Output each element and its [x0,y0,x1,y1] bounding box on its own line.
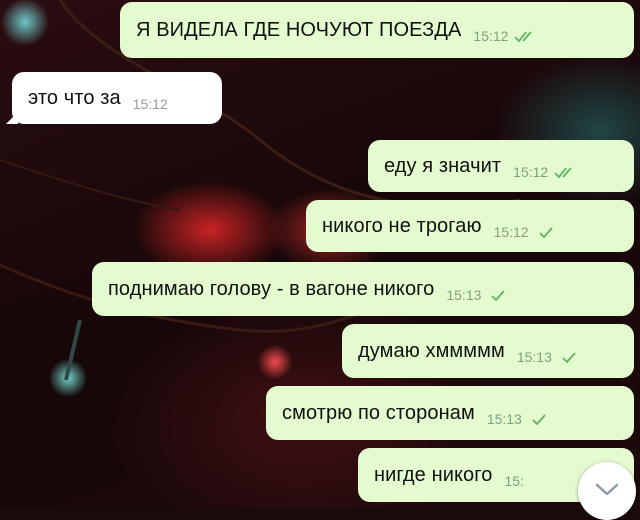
message-text: смотрю по сторонам [282,401,475,424]
message-text: думаю хммммм [358,339,505,362]
message-time: 15:13 [486,411,522,427]
double-check-icon [554,167,572,179]
outgoing-message[interactable]: никого не трогаю 15:12 [306,200,634,252]
message-time: 15:12 [132,96,168,112]
outgoing-message[interactable]: смотрю по сторонам 15:13 [266,386,634,440]
check-icon [491,290,506,302]
message-text: это что за [28,86,121,109]
check-icon [562,352,576,364]
message-time: 15: [504,473,524,489]
message-time: 15:13 [446,287,482,303]
check-icon [532,414,546,426]
message-text: Я ВИДЕЛА ГДЕ НОЧУЮТ ПОЕЗДА [136,18,462,41]
scroll-down-button[interactable] [578,462,636,520]
message-text: нигде никого [374,463,493,486]
chevron-down-icon [595,483,619,496]
outgoing-message[interactable]: поднимаю голову - в вагоне никого 15:13 [92,262,634,316]
message-time: 15:12 [473,28,509,44]
double-check-icon [514,31,533,43]
check-icon [538,227,553,239]
message-time: 15:12 [513,164,549,180]
message-text: еду я значит [384,154,502,177]
message-time: 15:12 [493,224,529,240]
message-text: поднимаю голову - в вагоне никого [108,277,435,300]
message-time: 15:13 [516,349,552,365]
outgoing-message[interactable]: Я ВИДЕЛА ГДЕ НОЧУЮТ ПОЕЗДА 15:12 [120,2,634,58]
message-text: никого не трогаю [322,214,482,237]
outgoing-message[interactable]: еду я значит 15:12 [368,140,634,192]
incoming-message[interactable]: это что за 15:12 [12,72,222,124]
outgoing-message[interactable]: думаю хммммм 15:13 [342,324,634,378]
